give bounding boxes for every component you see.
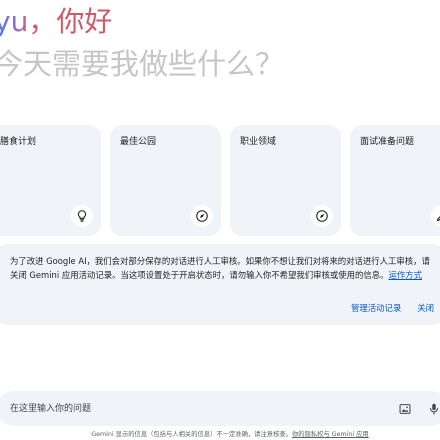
suggestion-card-career-field[interactable]: 职业领域 <box>230 125 341 236</box>
close-notice-button[interactable]: 关闭 <box>417 302 434 314</box>
lightbulb-icon <box>71 205 93 227</box>
suggestion-card-interview-prep[interactable]: 面试准备问题 <box>350 125 440 236</box>
suggestion-card-meal-plan[interactable]: 膳食计划 <box>0 125 101 236</box>
greeting-hello: 你好 <box>56 5 113 38</box>
activity-notice-text: 为了改进 Google AI，我们会对部分保存的对话进行人工审核。如果你不想让我… <box>10 254 436 282</box>
manage-activity-button[interactable]: 管理活动记录 <box>351 302 401 314</box>
microphone-icon[interactable] <box>424 399 440 419</box>
activity-notice: 为了改进 Google AI，我们会对部分保存的对话进行人工审核。如果你不想让我… <box>0 244 440 325</box>
activity-notice-body: 为了改进 Google AI，我们会对部分保存的对话进行人工审核。如果你不想让我… <box>10 256 430 280</box>
prompt-input[interactable] <box>10 391 370 426</box>
suggestion-card-label: 面试准备问题 <box>360 137 415 147</box>
suggestion-cards: 膳食计划 最佳公园 职业领域 面试准备问题 <box>0 125 440 236</box>
greeting-separator: ， <box>28 5 57 38</box>
suggestion-card-label: 膳食计划 <box>0 137 37 147</box>
footer-disclaimer: Gemini 显示的信息（包括与人相关的信息）不一定准确，请注意核查。你的隐私权… <box>0 430 440 440</box>
compass-icon <box>311 205 333 227</box>
compass-icon <box>191 205 213 227</box>
footer-disclaimer-text: Gemini 显示的信息（包括与人相关的信息）不一定准确，请注意核查。 <box>91 431 292 438</box>
prompt-input-bar <box>0 391 440 426</box>
suggestion-card-label: 职业领域 <box>240 137 277 147</box>
greeting: yu，你好 今天需要我做些什么？ <box>0 2 284 84</box>
image-upload-icon[interactable] <box>395 399 415 419</box>
greeting-title: yu，你好 <box>0 2 284 42</box>
activity-notice-actions: 管理活动记录 关闭 <box>351 302 434 314</box>
greeting-username: yu <box>0 5 28 38</box>
privacy-link[interactable]: 你的隐私权与 Gemini 应用 <box>292 431 369 438</box>
suggestion-card-best-parks[interactable]: 最佳公园 <box>110 125 221 236</box>
suggestion-card-label: 最佳公园 <box>120 137 157 147</box>
edit-sparkle-icon <box>431 205 440 227</box>
how-it-works-link[interactable]: 运作方式 <box>388 270 422 280</box>
greeting-prompt: 今天需要我做些什么？ <box>0 47 285 81</box>
